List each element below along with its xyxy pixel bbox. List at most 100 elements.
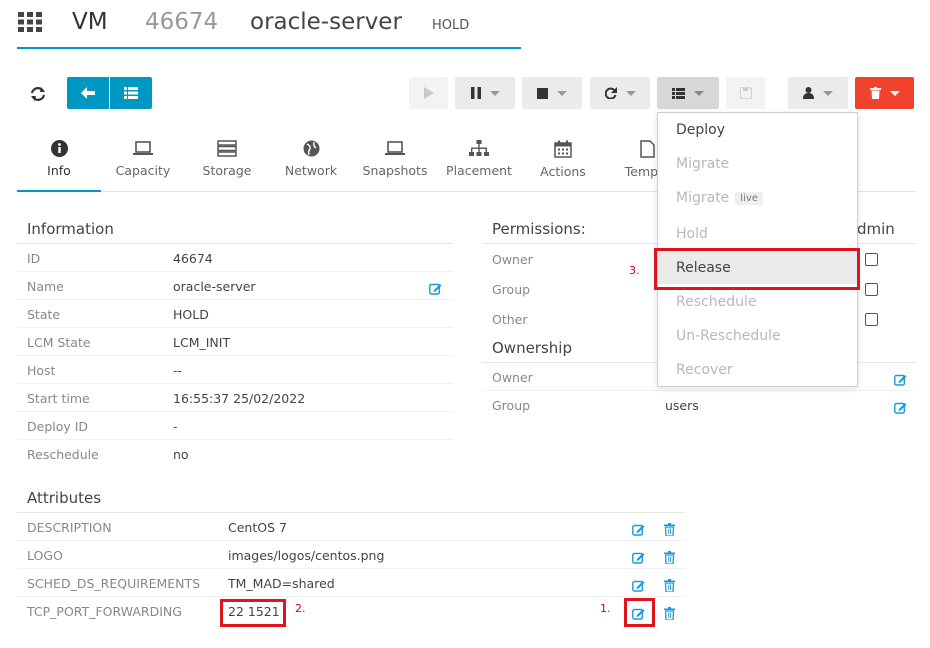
info-value: oracle-server — [173, 279, 256, 294]
tab-actions[interactable]: Actions — [521, 140, 605, 179]
attribute-value: TM_MAD=shared — [228, 576, 335, 591]
chevron-down-icon — [489, 90, 500, 96]
delete-dropdown-button[interactable] — [855, 77, 914, 109]
state-label: HOLD — [432, 18, 470, 33]
delete-attribute-icon[interactable] — [664, 605, 678, 621]
live-badge: live — [735, 192, 763, 205]
info-label: Name — [27, 279, 64, 294]
info-icon — [50, 140, 68, 157]
menu-item-hold[interactable]: Hold — [676, 226, 708, 242]
resource-id: 46674 — [145, 9, 219, 35]
edit-attribute-icon[interactable] — [632, 521, 646, 536]
annotation-box-port-value — [220, 599, 286, 627]
row-divider — [17, 540, 685, 541]
tab-label: Capacity — [115, 163, 171, 178]
other-admin-checkbox[interactable] — [865, 313, 878, 326]
section-divider — [17, 512, 685, 513]
header-underline — [17, 47, 521, 49]
edit-attribute-icon[interactable] — [632, 549, 646, 564]
info-label: State — [27, 307, 61, 322]
row-divider — [482, 390, 916, 391]
info-label: LCM State — [27, 335, 91, 350]
tab-label: Network — [284, 163, 338, 178]
edit-attribute-icon[interactable] — [632, 577, 646, 592]
ownership-label: Group — [492, 398, 531, 413]
menu-item-migrate[interactable]: Migrate — [676, 156, 729, 172]
info-label: Deploy ID — [27, 419, 89, 434]
permissions-admin-header: dmin — [857, 220, 895, 238]
tab-label: Actions — [540, 164, 586, 179]
group-admin-checkbox[interactable] — [865, 283, 878, 296]
chevron-down-icon — [889, 90, 900, 96]
floppy-icon — [739, 87, 752, 99]
row-divider — [17, 596, 685, 597]
attribute-key: DESCRIPTION — [27, 520, 112, 535]
menu-item-migrate-live[interactable]: Migrate live — [676, 190, 763, 206]
ownership-title: Ownership — [492, 339, 572, 357]
menu-item-label: Migrate — [676, 190, 730, 206]
laptop-icon — [385, 141, 405, 155]
stop-dropdown-button[interactable] — [522, 77, 582, 109]
sitemap-icon — [469, 140, 489, 156]
edit-owner-icon[interactable] — [894, 371, 907, 386]
ownership-label: Owner — [492, 370, 533, 385]
reboot-dropdown-button[interactable] — [590, 77, 650, 109]
delete-attribute-icon[interactable] — [664, 577, 678, 593]
owner-admin-checkbox[interactable] — [865, 253, 878, 266]
grid-icon[interactable] — [18, 12, 44, 32]
permission-label: Group — [492, 282, 531, 297]
pause-icon — [470, 87, 481, 99]
delete-attribute-icon[interactable] — [664, 521, 678, 537]
info-value: HOLD — [173, 307, 209, 322]
permission-label: Other — [492, 312, 528, 327]
section-divider — [17, 243, 453, 244]
menu-item-reschedule[interactable]: Reschedule — [676, 294, 756, 310]
tab-label: Snapshots — [362, 163, 428, 178]
tab-network[interactable]: Network — [269, 140, 353, 178]
list-view-button[interactable] — [110, 77, 152, 109]
info-value: LCM_INIT — [173, 335, 231, 350]
delete-attribute-icon[interactable] — [664, 549, 678, 565]
edit-name-icon[interactable] — [429, 280, 442, 295]
pause-dropdown-button[interactable] — [455, 77, 515, 109]
attribute-value: CentOS 7 — [228, 520, 287, 535]
annotation-step-2: 2. — [295, 602, 306, 615]
menu-item-un-reschedule[interactable]: Un-Reschedule — [676, 328, 781, 344]
active-tab-indicator — [17, 190, 101, 192]
info-value: - — [173, 419, 178, 434]
save-button[interactable] — [726, 77, 765, 109]
trash-icon — [869, 87, 881, 99]
annotation-step-1: 1. — [600, 602, 611, 615]
info-label: Start time — [27, 391, 90, 406]
tab-placement[interactable]: Placement — [437, 140, 521, 178]
permissions-title: Permissions: — [492, 220, 586, 238]
tab-label: Storage — [202, 163, 252, 178]
user-dropdown-button[interactable] — [788, 77, 848, 109]
row-divider — [17, 355, 453, 356]
row-divider — [17, 439, 453, 440]
menu-item-recover[interactable]: Recover — [676, 362, 733, 378]
stop-icon — [537, 87, 548, 99]
edit-group-icon[interactable] — [894, 399, 907, 414]
tab-info[interactable]: Info — [17, 140, 101, 178]
resource-name: oracle-server — [250, 9, 402, 35]
info-label: Host — [27, 363, 56, 378]
tab-capacity[interactable]: Capacity — [101, 140, 185, 178]
arrow-left-icon — [81, 87, 95, 99]
play-button[interactable] — [409, 77, 448, 109]
file-icon — [639, 140, 655, 158]
back-button[interactable] — [67, 77, 109, 109]
info-value: 46674 — [173, 251, 213, 266]
storage-icon — [217, 140, 237, 157]
tab-label: Placement — [446, 163, 512, 178]
vm-actions-dropdown-button[interactable] — [657, 77, 719, 109]
attribute-key: SCHED_DS_REQUIREMENTS — [27, 576, 201, 591]
chevron-down-icon — [557, 90, 567, 96]
menu-item-deploy[interactable]: Deploy — [676, 122, 725, 138]
tab-snapshots[interactable]: Snapshots — [353, 140, 437, 178]
row-divider — [17, 271, 453, 272]
attribute-value: images/logos/centos.png — [228, 548, 385, 563]
refresh-icon[interactable] — [29, 86, 47, 102]
tab-storage[interactable]: Storage — [185, 140, 269, 178]
globe-icon — [303, 140, 319, 157]
